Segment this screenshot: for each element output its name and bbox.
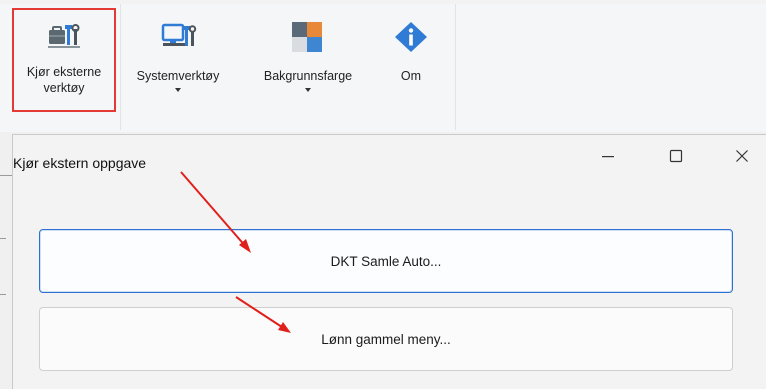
chevron-down-icon (175, 88, 181, 92)
background-divider (0, 238, 6, 239)
dialog-title: Kjør ekstern oppgave (13, 155, 147, 171)
close-icon (735, 149, 749, 168)
close-button[interactable] (719, 141, 765, 175)
system-tools-label: Systemverktøy (136, 69, 220, 83)
task-button-dkt-samle-auto[interactable]: DKT Samle Auto... (39, 229, 733, 293)
run-external-tools-label-line1: Kjør eksterne (26, 65, 102, 79)
system-tools-button[interactable]: Systemverktøy (122, 8, 234, 112)
maximize-icon (669, 149, 683, 168)
ribbon-separator (455, 4, 456, 130)
ribbon-top-strip (0, 0, 766, 4)
task-button-label: DKT Samle Auto... (330, 253, 442, 269)
minimize-button[interactable] (585, 141, 631, 175)
toolbox-icon (44, 20, 84, 60)
task-button-lonn-gammel-meny[interactable]: Lønn gammel meny... (39, 307, 733, 371)
ribbon-toolbar: Kjør eksterne verktøy Systemverktøy Bakg… (0, 0, 766, 132)
background-divider (0, 175, 12, 176)
run-external-tools-label-line2: verktøy (43, 81, 85, 95)
minimize-icon (601, 149, 615, 168)
computer-tools-icon (158, 20, 198, 60)
ribbon-separator (120, 4, 121, 130)
run-external-task-dialog: Kjør ekstern oppgave DKT Samle Auto... L… (12, 134, 766, 389)
background-color-label: Bakgrunnsfarge (263, 69, 353, 83)
background-divider (0, 294, 6, 295)
background-color-button[interactable]: Bakgrunnsfarge (244, 8, 372, 112)
about-label: Om (400, 69, 422, 83)
task-button-label: Lønn gammel meny... (321, 331, 451, 347)
maximize-button[interactable] (653, 141, 699, 175)
chevron-down-icon (305, 88, 311, 92)
color-squares-icon (288, 20, 328, 60)
about-button[interactable]: Om (382, 8, 440, 112)
info-icon (391, 20, 431, 60)
run-external-tools-button[interactable]: Kjør eksterne verktøy (12, 8, 116, 112)
